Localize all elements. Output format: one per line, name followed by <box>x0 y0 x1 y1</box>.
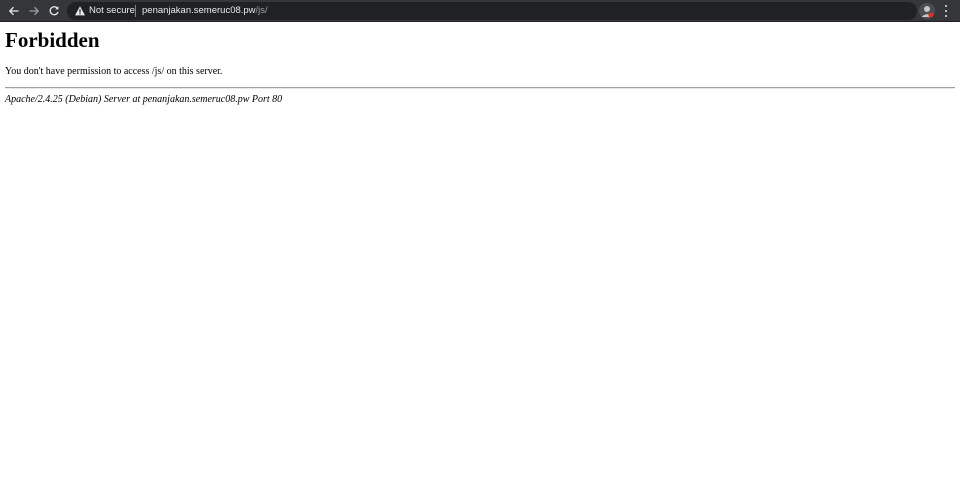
page-content: Forbidden You don't have permission to a… <box>0 22 960 106</box>
forward-button[interactable] <box>26 3 42 19</box>
security-status[interactable]: Not secure <box>89 2 135 20</box>
reload-icon <box>49 6 59 16</box>
divider <box>5 87 955 89</box>
warning-icon[interactable] <box>74 5 86 17</box>
error-message: You don't have permission to access /js/… <box>5 66 223 77</box>
forward-arrow-icon <box>29 6 40 16</box>
browser-toolbar: Not secure penanjakan.semeruc08.pw/js/ <box>0 0 960 22</box>
url-path: /js/ <box>255 5 268 16</box>
url-text[interactable]: penanjakan.semeruc08.pw/js/ <box>142 2 268 20</box>
page-title: Forbidden <box>5 28 100 52</box>
back-button[interactable] <box>6 3 22 19</box>
more-vert-icon[interactable] <box>940 4 952 18</box>
url-host: penanjakan.semeruc08.pw <box>142 5 256 16</box>
reload-button[interactable] <box>46 3 62 19</box>
address-separator <box>135 5 136 17</box>
address-bar[interactable]: Not secure penanjakan.semeruc08.pw/js/ <box>67 2 917 20</box>
back-arrow-icon <box>8 6 19 16</box>
server-signature: Apache/2.4.25 (Debian) Server at penanja… <box>5 94 283 105</box>
profile-avatar-icon[interactable] <box>919 3 935 19</box>
